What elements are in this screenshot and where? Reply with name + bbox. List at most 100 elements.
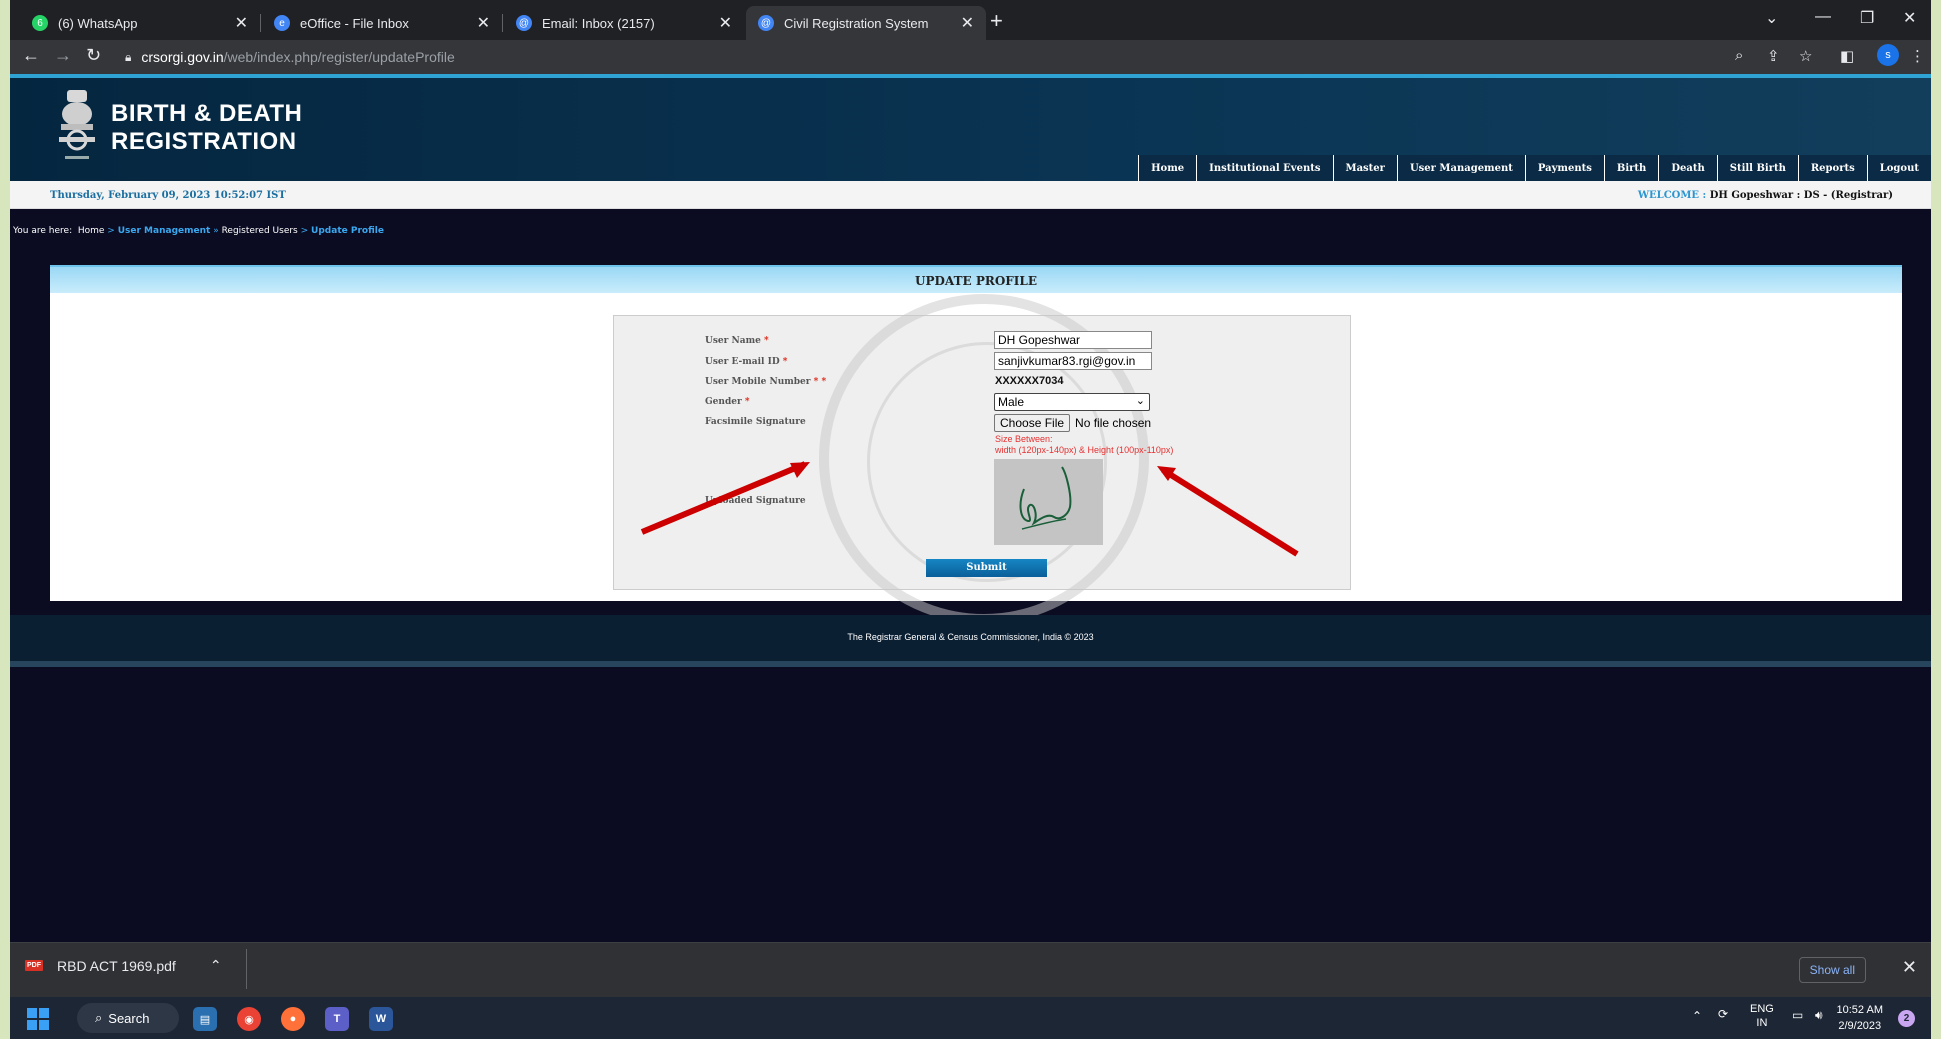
welcome-user: DH Gopeshwar : DS - (Registrar) bbox=[1709, 190, 1893, 201]
gender-select[interactable]: Male ⌄ bbox=[994, 393, 1150, 411]
tab-civil-registration[interactable]: @ Civil Registration System ✕ bbox=[746, 6, 986, 40]
chrome-icon[interactable]: ◉ bbox=[237, 1007, 261, 1031]
panel-heading: UPDATE PROFILE bbox=[50, 265, 1902, 293]
browser-toolbar: ← → ↻ 🔒︎ crsorgi.gov.in /web/index.php/r… bbox=[10, 40, 1931, 74]
uploaded-signature-label: Uploaded Signature bbox=[705, 496, 806, 506]
window-close-button[interactable]: ✕ bbox=[1903, 8, 1916, 28]
clock-time: 10:52 AM bbox=[1836, 1004, 1883, 1016]
word-icon[interactable]: W bbox=[369, 1007, 393, 1031]
taskbar-search[interactable]: ⌕ Search bbox=[77, 1003, 179, 1033]
chevron-down-icon: ⌄ bbox=[1135, 395, 1145, 407]
breadcrumb-separator: > bbox=[107, 226, 115, 236]
site-header: BIRTH & DEATH REGISTRATION Home Institut… bbox=[10, 78, 1931, 181]
required-mark: * bbox=[744, 397, 750, 407]
download-item[interactable]: PDF RBD ACT 1969.pdf ⌃ bbox=[25, 957, 222, 974]
nav-home[interactable]: Home bbox=[1138, 155, 1197, 181]
welcome-message: WELCOME : DH Gopeshwar : DS - (Registrar… bbox=[1638, 190, 1893, 201]
user-name-input[interactable]: DH Gopeshwar bbox=[994, 331, 1152, 349]
nav-birth[interactable]: Birth bbox=[1603, 155, 1659, 181]
teams-icon[interactable]: T bbox=[325, 1007, 349, 1031]
lock-icon: 🔒︎ bbox=[125, 49, 132, 64]
nav-master[interactable]: Master bbox=[1332, 155, 1397, 181]
label-text: User E-mail ID bbox=[705, 357, 780, 367]
size-hint-line-2: width (120px-140px) & Height (100px-110p… bbox=[995, 445, 1174, 455]
new-tab-button[interactable]: + bbox=[990, 8, 1003, 34]
screen: 6 (6) WhatsApp ✕ e eOffice - File Inbox … bbox=[10, 0, 1931, 1039]
tab-whatsapp[interactable]: 6 (6) WhatsApp ✕ bbox=[20, 6, 260, 40]
nav-reports[interactable]: Reports bbox=[1797, 155, 1867, 181]
eoffice-icon: e bbox=[274, 15, 290, 31]
bookmark-star-icon[interactable]: ☆ bbox=[1799, 47, 1812, 65]
nav-death[interactable]: Death bbox=[1658, 155, 1717, 181]
chevron-up-icon[interactable]: ⌃ bbox=[1692, 1009, 1702, 1023]
nav-payments[interactable]: Payments bbox=[1524, 155, 1604, 181]
browser-tab-strip: 6 (6) WhatsApp ✕ e eOffice - File Inbox … bbox=[10, 0, 1931, 40]
menu-dots-icon[interactable]: ⋮ bbox=[1910, 47, 1925, 65]
breadcrumb: You are here: Home > User Management » R… bbox=[13, 226, 384, 236]
welcome-label: WELCOME : bbox=[1637, 190, 1707, 201]
submit-button[interactable]: Submit bbox=[926, 559, 1047, 577]
nav-institutional-events[interactable]: Institutional Events bbox=[1196, 155, 1333, 181]
close-icon[interactable]: ✕ bbox=[235, 13, 248, 33]
signature-image bbox=[994, 459, 1103, 545]
download-filename: RBD ACT 1969.pdf bbox=[57, 957, 176, 974]
tab-divider bbox=[260, 14, 261, 32]
close-icon[interactable]: ✕ bbox=[961, 13, 974, 33]
tab-divider bbox=[502, 14, 503, 32]
label-text: Gender bbox=[705, 397, 742, 407]
news-app-icon[interactable]: ▤ bbox=[193, 1007, 217, 1031]
windows-start-icon[interactable] bbox=[27, 1008, 49, 1030]
zoom-icon[interactable]: ⌕ bbox=[1735, 47, 1743, 64]
breadcrumb-current: Update Profile bbox=[311, 226, 384, 236]
language-indicator[interactable]: ENG IN bbox=[1750, 1002, 1774, 1030]
side-panel-icon[interactable]: ◧ bbox=[1840, 47, 1854, 65]
nav-user-management[interactable]: User Management bbox=[1396, 155, 1525, 181]
profile-avatar[interactable]: s bbox=[1877, 44, 1899, 66]
language-code: ENG bbox=[1750, 1003, 1774, 1015]
breadcrumb-registered-users[interactable]: Registered Users bbox=[222, 226, 298, 236]
nav-logout[interactable]: Logout bbox=[1866, 155, 1931, 181]
tab-title: Civil Registration System bbox=[784, 15, 929, 31]
share-icon[interactable]: ⇪ bbox=[1767, 47, 1780, 65]
nav-still-birth[interactable]: Still Birth bbox=[1716, 155, 1798, 181]
email-input[interactable]: sanjivkumar83.rgi@gov.in bbox=[994, 352, 1152, 370]
sync-icon[interactable]: ⟳ bbox=[1718, 1007, 1728, 1021]
reload-icon[interactable]: ↻ bbox=[86, 45, 101, 66]
breadcrumb-user-management[interactable]: User Management bbox=[118, 226, 211, 236]
file-picker[interactable]: Choose File No file chosen bbox=[994, 414, 1151, 432]
volume-icon[interactable]: 🔊︎ bbox=[1815, 1008, 1823, 1023]
region-code: IN bbox=[1756, 1017, 1768, 1029]
tab-title: eOffice - File Inbox bbox=[300, 15, 409, 31]
address-bar[interactable]: 🔒︎ crsorgi.gov.in /web/index.php/registe… bbox=[125, 44, 1925, 70]
close-icon[interactable]: ✕ bbox=[1902, 957, 1917, 978]
restore-button[interactable]: ❐ bbox=[1860, 8, 1874, 28]
network-icon[interactable]: ▭ bbox=[1792, 1008, 1803, 1022]
download-bar: PDF RBD ACT 1969.pdf ⌃ Show all ✕ bbox=[10, 942, 1931, 997]
current-date: Thursday, February 09, 2023 10:52:07 IST bbox=[50, 190, 286, 201]
mobile-value: XXXXXX7034 bbox=[995, 375, 1064, 387]
label-text: User Mobile Number bbox=[705, 377, 811, 387]
update-profile-panel: UPDATE PROFILE User Name * DH Gopeshwar … bbox=[50, 265, 1902, 624]
chevron-down-icon[interactable]: ⌄ bbox=[1765, 8, 1778, 28]
url-path: /web/index.php/register/updateProfile bbox=[223, 49, 455, 65]
required-mark: * * bbox=[813, 377, 827, 387]
taskbar-clock[interactable]: 10:52 AM 2/9/2023 bbox=[1837, 1002, 1883, 1034]
notification-badge[interactable]: 2 bbox=[1898, 1010, 1915, 1027]
minimize-button[interactable]: — bbox=[1815, 8, 1831, 26]
forward-arrow-icon[interactable]: → bbox=[54, 45, 72, 66]
chevron-up-icon[interactable]: ⌃ bbox=[210, 957, 222, 974]
choose-file-button[interactable]: Choose File bbox=[994, 414, 1071, 432]
clock-date: 2/9/2023 bbox=[1838, 1020, 1882, 1032]
close-icon[interactable]: ✕ bbox=[477, 13, 490, 33]
label-text: User Name bbox=[705, 336, 761, 346]
close-icon[interactable]: ✕ bbox=[719, 13, 732, 33]
download-divider bbox=[246, 949, 247, 989]
tab-eoffice[interactable]: e eOffice - File Inbox ✕ bbox=[262, 6, 502, 40]
breadcrumb-home[interactable]: Home bbox=[78, 226, 105, 236]
show-all-button[interactable]: Show all bbox=[1798, 957, 1866, 983]
search-icon: ⌕ bbox=[95, 1010, 103, 1025]
firefox-icon[interactable]: ● bbox=[281, 1007, 305, 1031]
site-title-line-1: BIRTH & DEATH bbox=[111, 100, 303, 127]
tab-email[interactable]: @ Email: Inbox (2157) ✕ bbox=[504, 6, 744, 40]
back-arrow-icon[interactable]: ← bbox=[22, 45, 40, 66]
